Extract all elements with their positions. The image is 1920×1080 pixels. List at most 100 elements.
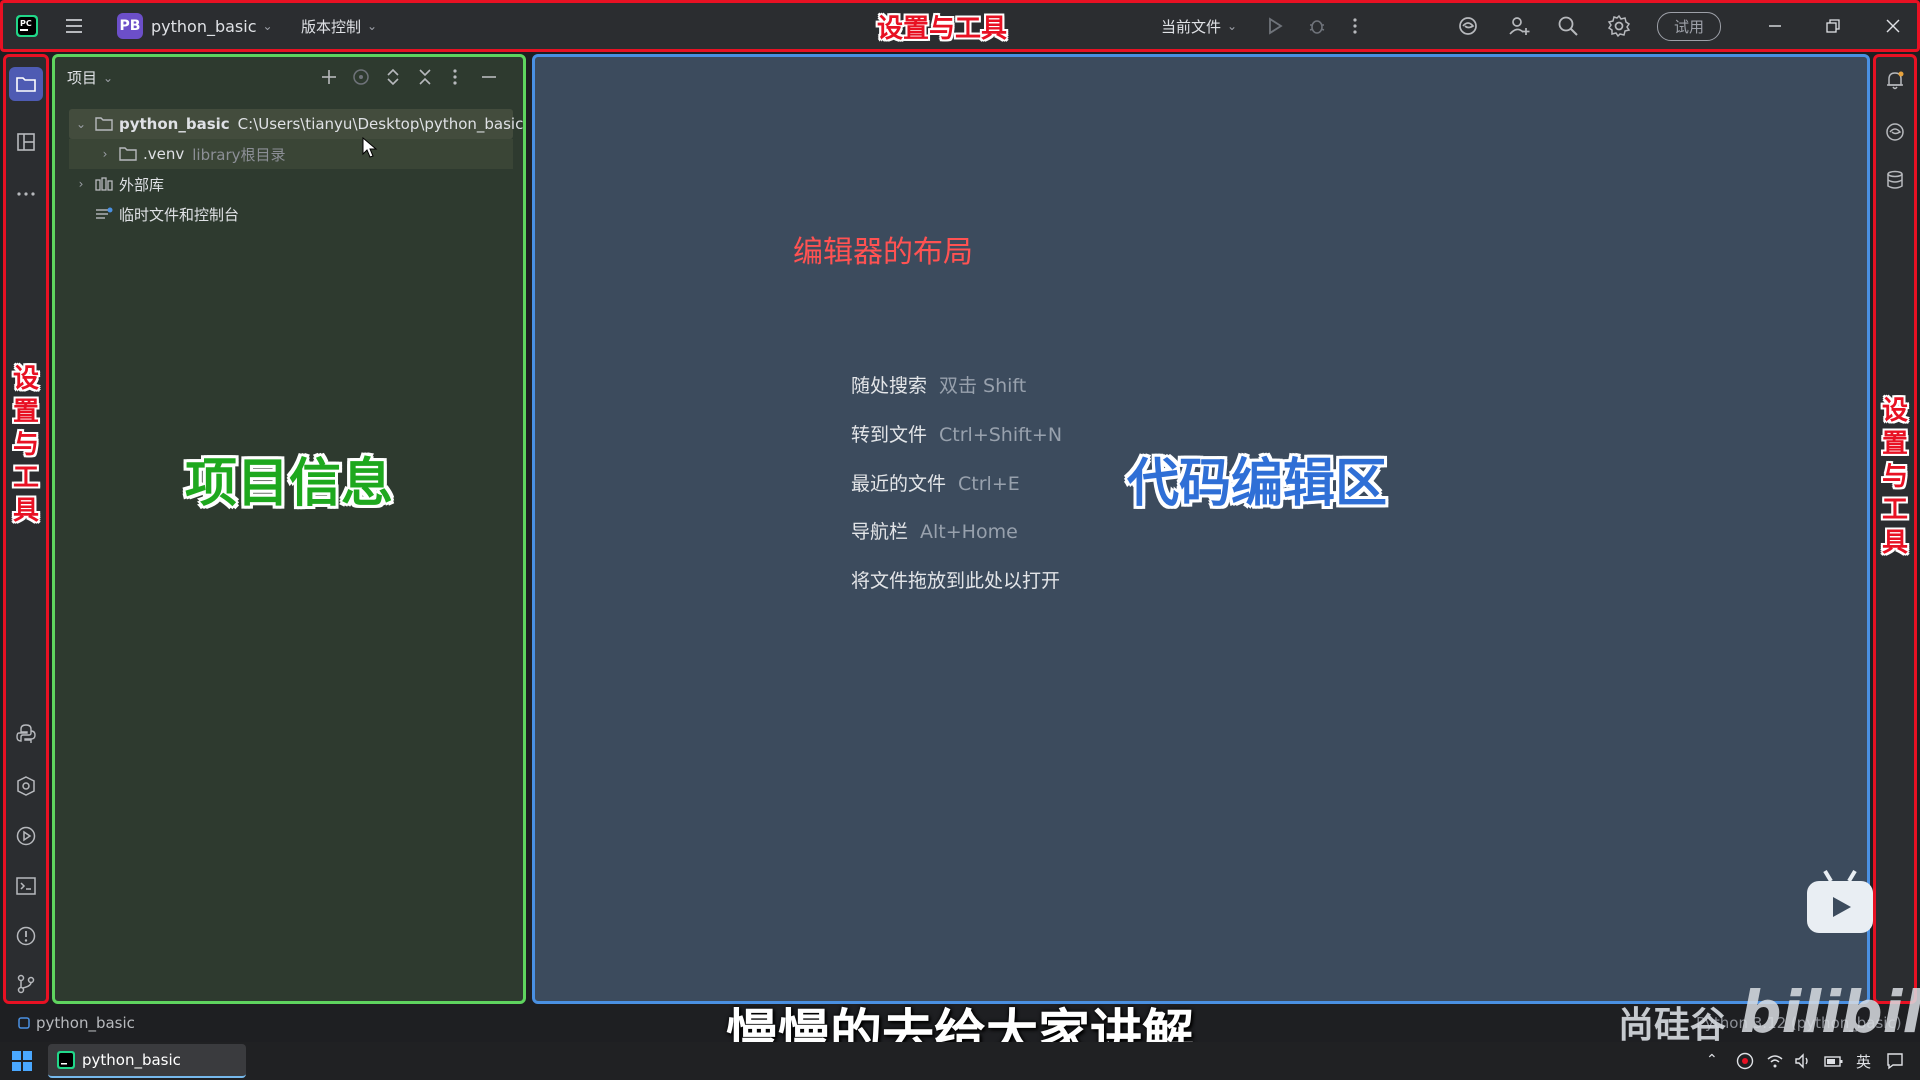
spiral-icon [1459, 17, 1477, 35]
debug-button[interactable] [1307, 3, 1327, 49]
run-config-selector[interactable]: 当前文件 ⌄ [1161, 3, 1237, 49]
tree-item-label: 外部库 [119, 175, 165, 194]
battery-icon[interactable] [1824, 1052, 1844, 1070]
database-icon [1887, 170, 1903, 189]
notifications-button[interactable] [1882, 67, 1908, 93]
folder-icon [119, 147, 137, 161]
hint-search-everywhere: 随处搜索 双击 Shift [851, 371, 1026, 398]
vcs-menu[interactable]: 版本控制 ⌄ [301, 3, 377, 49]
bilibili-logo: bilibili [1740, 978, 1920, 1046]
hint-key: Alt+Home [920, 521, 1018, 543]
trial-label: 试用 [1657, 11, 1722, 41]
chevron-right-icon[interactable]: › [97, 147, 113, 161]
right-tool-strip: 设 置 与 工 具 [1873, 54, 1917, 1004]
target-icon [353, 69, 369, 85]
close-button[interactable] [1885, 3, 1901, 49]
panel-options-button[interactable] [451, 67, 459, 87]
expand-all-button[interactable] [383, 67, 403, 87]
trial-button[interactable]: 试用 [1657, 3, 1722, 49]
wifi-icon[interactable] [1766, 1052, 1784, 1070]
tray-overflow-icon[interactable]: ⌃ [1706, 1052, 1718, 1068]
hide-panel-button[interactable] [479, 67, 499, 87]
python-packages-button[interactable] [13, 721, 39, 747]
run-config-label: 当前文件 [1161, 17, 1222, 36]
overlay-char: 设 [12, 364, 39, 394]
search-button[interactable] [1557, 3, 1579, 49]
editor-area[interactable]: 编辑器的布局 随处搜索 双击 Shift 转到文件 Ctrl+Shift+N 最近的… [532, 54, 1873, 1004]
collapse-all-button[interactable] [415, 67, 435, 87]
editor-overlay-label: 代码编辑区 [1127, 454, 1388, 514]
taskbar-app-pycharm[interactable]: python_basic [48, 1044, 246, 1078]
pycharm-icon [57, 1051, 75, 1069]
project-badge: PB [117, 13, 143, 39]
overlay-char: 设 [1881, 396, 1908, 426]
bug-icon [1309, 20, 1325, 34]
svg-text:PC: PC [20, 19, 32, 28]
minimize-icon [1769, 25, 1781, 27]
ai-assistant-button[interactable] [1457, 3, 1479, 49]
run-tool-button[interactable] [13, 823, 39, 849]
chevron-down-icon: ⌄ [1227, 19, 1238, 33]
problems-button[interactable] [13, 923, 39, 949]
search-icon [1558, 16, 1578, 36]
restore-button[interactable] [1825, 3, 1841, 49]
chevron-down-icon: ⌄ [103, 70, 114, 85]
input-language-indicator[interactable]: 英 [1856, 1051, 1871, 1072]
editor-layout-label: 编辑器的布局 [793, 235, 973, 270]
tray-app-icon[interactable] [1736, 1052, 1754, 1070]
overlay-char: 具 [1881, 528, 1908, 558]
run-button[interactable] [1265, 3, 1285, 49]
overlay-char: 具 [12, 496, 39, 526]
overlay-char: 置 [1881, 429, 1908, 459]
tree-item-root[interactable]: ⌄ python_basic C:\Users\tianyu\Desktop\p… [73, 110, 523, 138]
add-user-icon [1509, 17, 1530, 35]
hint-recent-files: 最近的文件 Ctrl+E [851, 469, 1020, 496]
services-button[interactable] [13, 773, 39, 799]
tree-item-label: python_basic [119, 115, 230, 133]
tree-item-scratches[interactable]: 临时文件和控制台 [95, 200, 239, 228]
more-actions-button[interactable] [1351, 3, 1359, 49]
project-selector[interactable]: PB python_basic ⌄ [117, 3, 273, 49]
taskbar-app-label: python_basic [82, 1051, 181, 1069]
project-panel-title[interactable]: 项目 ⌄ [67, 67, 113, 88]
gear-icon [1607, 14, 1631, 38]
app-logo-icon[interactable]: PC [15, 3, 39, 49]
hint-drop-files: 将文件拖放到此处以打开 [851, 566, 1060, 593]
settings-button[interactable] [1607, 3, 1631, 49]
database-button[interactable] [1882, 167, 1908, 193]
title-bar: PC PB python_basic ⌄ 版本控制 ⌄ 设置与工具 当前文件 ⌄… [0, 0, 1920, 52]
notification-center-icon[interactable] [1886, 1052, 1904, 1070]
add-user-button[interactable] [1507, 3, 1531, 49]
chevron-down-icon[interactable]: ⌄ [73, 117, 89, 131]
hint-label: 随处搜索 [851, 375, 928, 397]
terminal-button[interactable] [13, 873, 39, 899]
chevron-right-icon[interactable]: › [73, 177, 89, 191]
add-button[interactable] [319, 67, 339, 87]
tree-item-venv[interactable]: › .venv library根目录 [97, 140, 286, 168]
overlay-char: 工 [1881, 495, 1908, 525]
main-menu-icon[interactable] [63, 3, 85, 49]
services-icon [17, 776, 35, 796]
watermark-brand: 尚硅谷 [1618, 1005, 1727, 1046]
structure-tool-button[interactable] [13, 129, 39, 155]
run-circle-icon [16, 826, 36, 846]
close-icon [1886, 19, 1900, 33]
windows-start-icon[interactable] [12, 1051, 32, 1071]
structure-icon [17, 133, 35, 151]
locate-button[interactable] [351, 67, 371, 87]
left-overlay-label: 设 置 与 工 具 [6, 363, 46, 528]
ai-chat-button[interactable] [1882, 119, 1908, 145]
python-icon [16, 724, 36, 743]
tree-item-external-libs[interactable]: › 外部库 [73, 170, 164, 198]
more-tools-button[interactable] [13, 181, 39, 207]
more-vertical-icon [1353, 18, 1357, 34]
chevron-down-icon: ⌄ [262, 19, 273, 33]
terminal-icon [16, 877, 36, 895]
project-overlay-label: 项目信息 [184, 454, 393, 514]
chevron-down-icon: ⌄ [367, 19, 378, 33]
overlay-char: 与 [12, 430, 39, 460]
project-tool-button[interactable] [9, 67, 43, 101]
minimize-button[interactable] [1767, 3, 1783, 49]
overlay-char: 与 [1881, 462, 1908, 492]
volume-icon[interactable] [1794, 1052, 1812, 1070]
